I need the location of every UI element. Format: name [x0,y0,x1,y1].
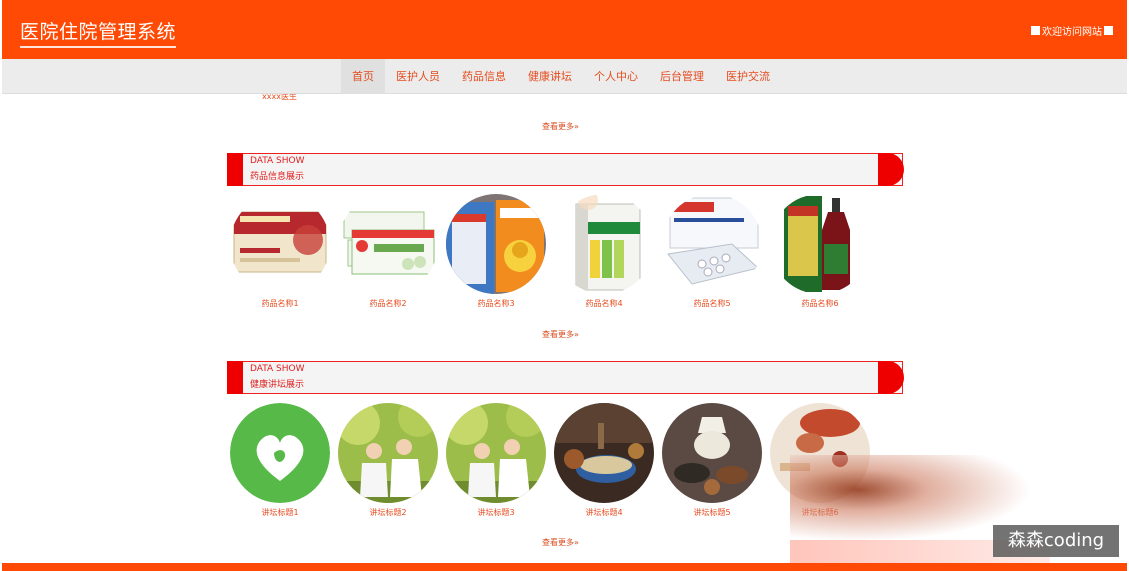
drug-name[interactable]: 药品名称1 [230,298,330,309]
view-more-forum-link[interactable]: 查看更多» [542,537,579,548]
section-title-cn: 健康讲坛展示 [250,380,305,390]
drug-card[interactable]: 药品名称6 [770,194,870,309]
square-icon [1031,26,1040,35]
drug-card[interactable]: 药品名称4 [554,194,654,309]
forum-card[interactable]: 讲坛标题3 [446,403,546,518]
view-more-drugs-link[interactable]: 查看更多» [542,329,579,340]
drug-card[interactable]: 药品名称2 [338,194,438,309]
forum-card[interactable]: 讲坛标题4 [554,403,654,518]
forum-image[interactable] [554,403,654,503]
forum-title[interactable]: 讲坛标题3 [446,507,546,518]
nav-item-staff[interactable]: 医护人员 [385,59,451,94]
drug-image[interactable] [338,194,438,294]
forum-section-header: DATA SHOW 健康讲坛展示 [227,361,904,394]
forum-image[interactable] [662,403,762,503]
forum-image[interactable] [230,403,330,503]
forum-image[interactable] [338,403,438,503]
nav-item-exchange[interactable]: 医护交流 [715,59,781,94]
section-marker [227,361,243,394]
forum-card[interactable]: 讲坛标题2 [338,403,438,518]
footer-bar [2,563,1127,571]
site-title[interactable]: 医院住院管理系统 [20,17,177,48]
section-title-en: DATA SHOW [250,156,305,166]
drug-image[interactable] [446,194,546,294]
doctor-name: xxxx医生 [262,94,297,101]
forum-card[interactable]: 讲坛标题5 [662,403,762,518]
forum-title[interactable]: 讲坛标题2 [338,507,438,518]
square-icon [1104,26,1113,35]
drug-card[interactable]: 药品名称1 [230,194,330,309]
drug-name[interactable]: 药品名称6 [770,298,870,309]
forum-title[interactable]: 讲坛标题5 [662,507,762,518]
drug-image[interactable] [770,194,870,294]
welcome-text: 欢迎访问网站 [1031,23,1113,38]
nav-item-profile[interactable]: 个人中心 [583,59,649,94]
drug-name[interactable]: 药品名称5 [662,298,762,309]
forum-image[interactable] [446,403,546,503]
section-title-en: DATA SHOW [250,364,305,374]
watermark: 森森coding [993,525,1119,557]
nav-item-forum[interactable]: 健康讲坛 [517,59,583,94]
drug-card[interactable]: 药品名称5 [662,194,762,309]
forum-title[interactable]: 讲坛标题4 [554,507,654,518]
drug-image[interactable] [554,194,654,294]
drug-image[interactable] [662,194,762,294]
view-more-doctors-link[interactable]: 查看更多» [542,121,579,132]
drug-name[interactable]: 药品名称2 [338,298,438,309]
drug-name[interactable]: 药品名称4 [554,298,654,309]
section-title-cn: 药品信息展示 [250,172,305,182]
nav-item-drugs[interactable]: 药品信息 [451,59,517,94]
section-cap [878,153,904,186]
section-cap [878,361,904,394]
forum-card[interactable]: 讲坛标题1 [230,403,330,518]
forum-title[interactable]: 讲坛标题1 [230,507,330,518]
main-nav: 首页 医护人员 药品信息 健康讲坛 个人中心 后台管理 医护交流 [2,59,1127,94]
welcome-label: 欢迎访问网站 [1042,27,1102,38]
section-marker [227,153,243,186]
nav-item-admin[interactable]: 后台管理 [649,59,715,94]
drug-card[interactable]: 药品名称3 [446,194,546,309]
nav-item-home[interactable]: 首页 [341,59,385,94]
drug-name[interactable]: 药品名称3 [446,298,546,309]
drug-image[interactable] [230,194,330,294]
top-header: 医院住院管理系统 欢迎访问网站 [2,0,1127,59]
drug-section-header: DATA SHOW 药品信息展示 [227,153,904,186]
